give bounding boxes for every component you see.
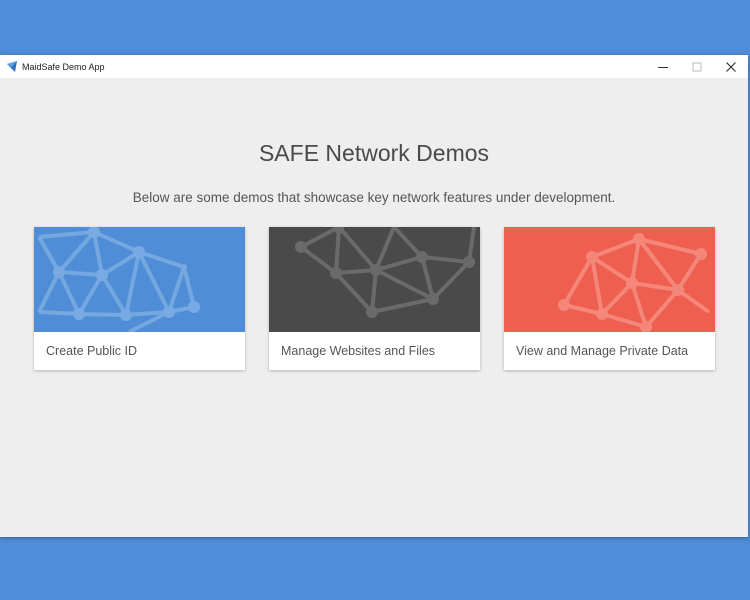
page-title: SAFE Network Demos	[258, 140, 490, 166]
maximize-icon	[692, 62, 702, 71]
minimize-button[interactable]	[646, 55, 680, 78]
create-public-id-card[interactable]: Create Public ID	[34, 227, 245, 370]
card-label: Create Public ID	[46, 344, 138, 358]
app-window: MaidSafe Demo App SAFE Network Demos Bel…	[0, 55, 748, 537]
maximize-button[interactable]	[680, 55, 714, 78]
network-mesh-icon	[34, 227, 245, 332]
main-content: SAFE Network Demos Below are some demos …	[0, 78, 748, 537]
page-subtitle: Below are some demos that showcase key n…	[132, 190, 616, 205]
private-data-card[interactable]: View and Manage Private Data	[504, 227, 715, 370]
manage-websites-card[interactable]: Manage Websites and Files	[269, 227, 480, 370]
maidsafe-logo-icon	[7, 61, 18, 72]
card-label: Manage Websites and Files	[281, 344, 436, 358]
title-bar[interactable]: MaidSafe Demo App	[0, 55, 748, 78]
window-title: MaidSafe Demo App	[22, 61, 105, 72]
network-mesh-icon	[504, 227, 715, 332]
network-mesh-icon	[269, 227, 480, 332]
close-icon	[726, 61, 736, 72]
minimize-icon	[658, 66, 668, 68]
card-label: View and Manage Private Data	[516, 344, 689, 358]
close-button[interactable]	[714, 55, 748, 78]
